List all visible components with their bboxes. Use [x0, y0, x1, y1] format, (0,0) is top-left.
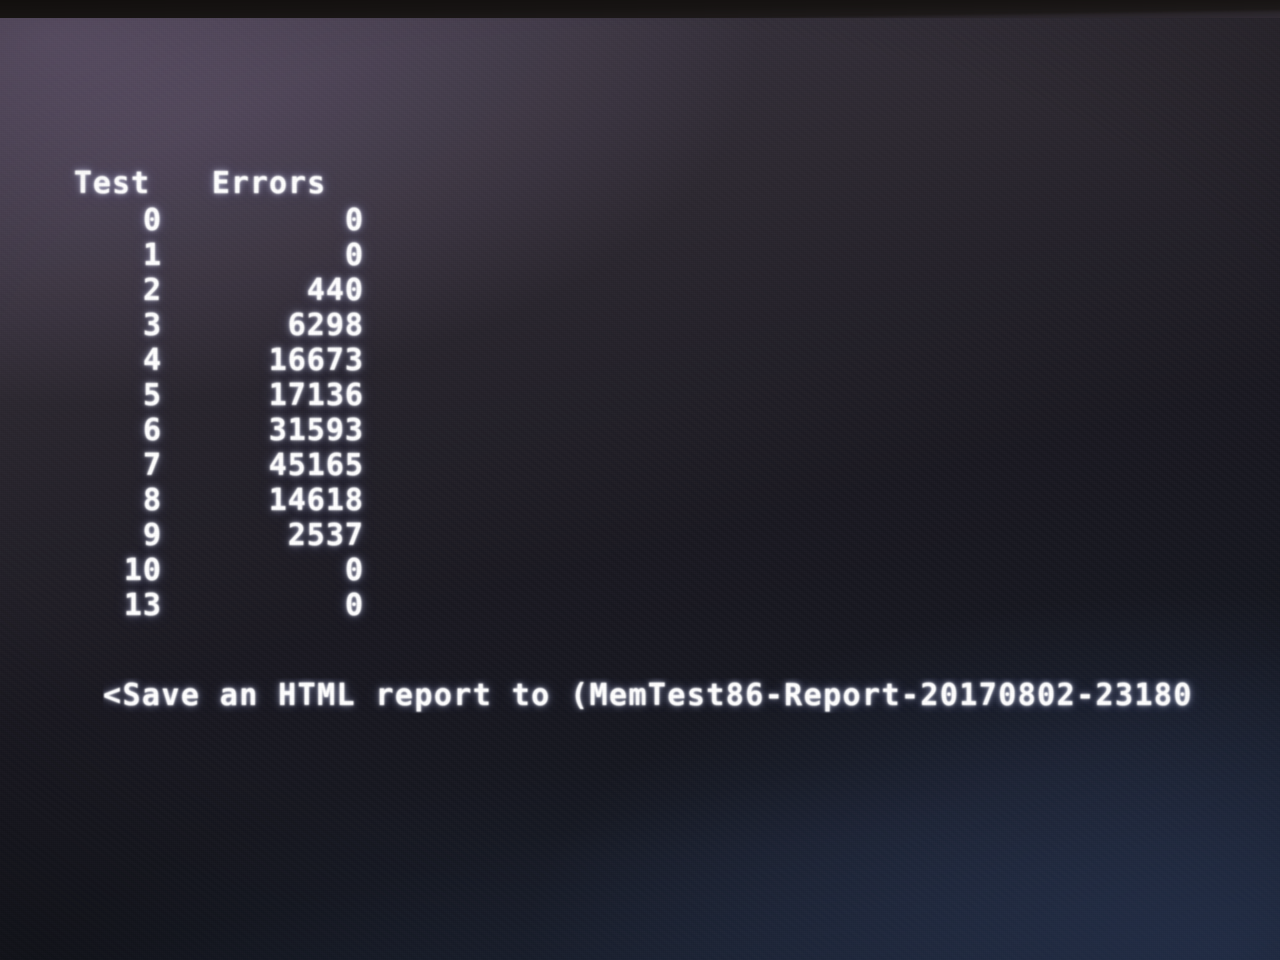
table-row: 4 16673 — [62, 343, 364, 378]
cell-test-number: 9 — [142, 518, 162, 553]
cell-error-count: 14618 — [268, 483, 364, 518]
cell-error-count: 0 — [344, 238, 364, 273]
cell-test-number: 13 — [123, 588, 162, 623]
column-header-errors: Errors — [211, 166, 327, 201]
cell-error-count: 16673 — [268, 343, 364, 378]
table-row: 13 0 — [62, 588, 364, 623]
table-row: 00 — [62, 203, 364, 238]
cell-error-count: 17136 — [268, 378, 364, 413]
cell-test-number: 0 — [142, 203, 162, 238]
cell-test-number: 3 — [142, 308, 162, 343]
cell-error-count: 440 — [306, 273, 364, 308]
cell-error-count: 31593 — [268, 413, 364, 448]
table-row: 6 31593 — [62, 413, 364, 448]
photographed-screen: Test Errors 0 0 1 0 2 440 3 6298 4 16673 5 17136 6 31… — [0, 0, 1280, 960]
table-row: 8 14618 — [62, 483, 364, 518]
table-row: 5 17136 — [62, 378, 364, 413]
table-row: 9 2537 — [62, 518, 364, 553]
cell-test-number: 5 — [142, 378, 162, 413]
cell-test-number: 7 — [142, 448, 162, 483]
cell-test-number: 4 — [142, 343, 162, 378]
table-row: 10 0 — [62, 553, 364, 588]
cell-error-count: 0 — [344, 203, 364, 238]
cell-test-number: 8 — [142, 483, 162, 518]
results-table-body: 0 0 1 0 2 440 3 6298 4 16673 5 17136 6 31593 7 45165 8 14… — [62, 203, 364, 623]
cell-error-count: 2537 — [287, 518, 364, 553]
table-row: 3 6298 — [62, 308, 364, 343]
cell-error-count: 6298 — [287, 308, 364, 343]
cell-test-number: 6 — [142, 413, 162, 448]
cell-test-number: 2 — [142, 273, 162, 308]
cell-test-number: 1 — [142, 238, 162, 273]
column-header-test: Test — [73, 166, 151, 201]
table-row: 7 45165 — [62, 448, 364, 483]
console-output: Test Errors 0 0 1 0 2 440 3 6298 4 16673 5 17136 6 31… — [0, 18, 1280, 713]
save-report-prompt[interactable]: <Save an HTML report to (MemTest86-Repor… — [103, 678, 1280, 713]
cell-test-number: 10 — [123, 553, 162, 588]
cell-error-count: 45165 — [268, 448, 364, 483]
cell-error-count: 0 — [344, 588, 364, 623]
memtest-screen: Test Errors 0 0 1 0 2 440 3 6298 4 16673 5 17136 6 31… — [0, 18, 1280, 960]
cell-error-count: 0 — [344, 553, 364, 588]
test-results-table: Test Errors 0 0 1 0 2 440 3 6298 4 16673 5 17136 6 31… — [62, 166, 364, 623]
header-row: Test Errors — [62, 166, 364, 203]
results-table-header: Test Errors — [62, 166, 364, 203]
table-row: 10 — [62, 238, 364, 273]
table-row: 2 440 — [62, 273, 364, 308]
